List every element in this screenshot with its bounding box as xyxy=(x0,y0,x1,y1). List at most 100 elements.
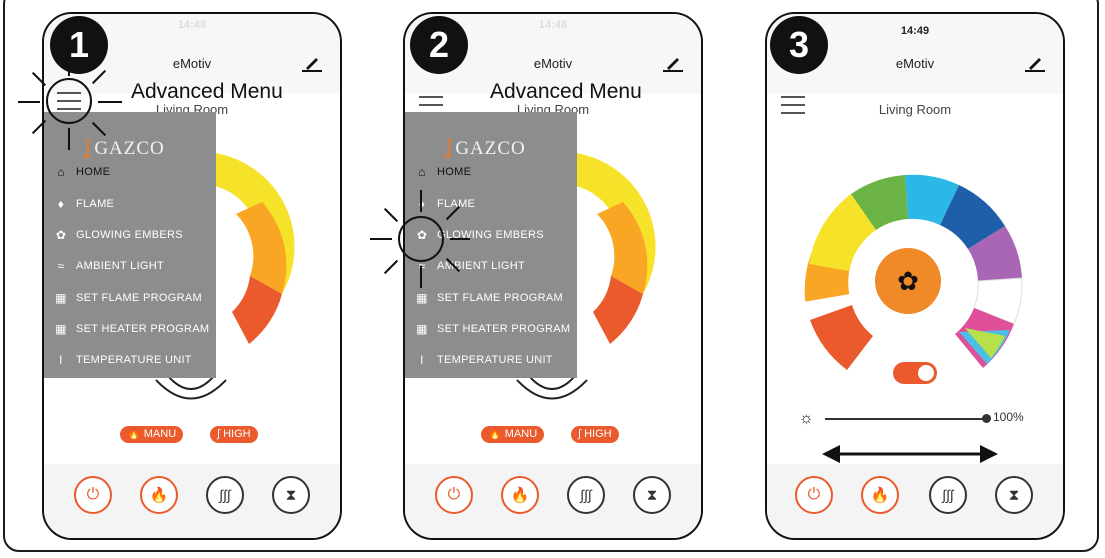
edit-icon[interactable] xyxy=(1025,52,1045,72)
gazco-logo: ʆ GAZCO xyxy=(84,134,165,159)
power-icon: ⏻ xyxy=(447,486,461,503)
logo-text: GAZCO xyxy=(94,138,165,159)
menu-item-set-flame-program[interactable]: ▦ SET FLAME PROGRAM xyxy=(54,288,202,308)
embers-icon: ✿ xyxy=(55,228,67,242)
menu-item-label: TEMPERATURE UNIT xyxy=(76,354,192,366)
embers-button[interactable]: ✿ xyxy=(875,248,941,314)
edit-icon[interactable] xyxy=(302,52,322,72)
mode-manu-badge[interactable]: 🔥 MANU xyxy=(120,426,184,443)
timer-button[interactable]: ⧗ xyxy=(633,476,671,514)
advanced-menu-label: Advanced Menu xyxy=(131,80,283,103)
flame-icon: 🔥 xyxy=(149,487,169,504)
flame-button[interactable]: 🔥 xyxy=(140,476,178,514)
mode-high-label: HIGH xyxy=(223,428,251,440)
heat-button[interactable]: ∫∫∫ xyxy=(206,476,244,514)
menu-item-temperature-unit[interactable]: ǀ TEMPERATURE UNIT xyxy=(415,350,553,370)
timer-icon: ⧗ xyxy=(646,486,658,504)
flame-button[interactable]: 🔥 xyxy=(861,476,899,514)
menu-item-set-flame-program[interactable]: ▦ SET FLAME PROGRAM xyxy=(415,288,563,308)
ray xyxy=(420,190,422,212)
side-menu: ʆGAZCO ⌂ HOME ♦ FLAME ✿ GLOWING EMBERS ≈ AMB… xyxy=(44,112,216,378)
power-icon: ⏻ xyxy=(807,486,821,503)
flame-button[interactable]: 🔥 xyxy=(501,476,539,514)
flame-icon: 🔥 xyxy=(510,487,530,504)
hamburger-menu-icon[interactable] xyxy=(57,92,81,110)
brightness-slider[interactable] xyxy=(825,414,991,423)
mode-high-label: HIGH xyxy=(584,428,612,440)
ray xyxy=(68,56,70,76)
menu-item-glowing-embers[interactable]: ✿ GLOWING EMBERS xyxy=(54,225,183,245)
menu-item-label: GLOWING EMBERS xyxy=(76,229,183,241)
heat-icon: ∫∫∫ xyxy=(580,487,592,503)
menu-item-label: HOME xyxy=(437,166,472,178)
highlight-circle xyxy=(398,216,444,262)
menu-item-label: AMBIENT LIGHT xyxy=(76,260,165,272)
thermometer-icon: ǀ xyxy=(420,353,424,367)
menu-item-ambient-light[interactable]: ≈ AMBIENT LIGHT xyxy=(54,256,164,276)
brightness-icon: ☼ xyxy=(799,410,814,427)
heat-icon: ∫∫∫ xyxy=(219,487,231,503)
ambient-toggle[interactable] xyxy=(893,362,937,384)
ray xyxy=(68,128,70,150)
power-button[interactable]: ⏻ xyxy=(74,476,112,514)
menu-item-label: SET FLAME PROGRAM xyxy=(437,292,563,304)
menu-item-home[interactable]: ⌂ HOME xyxy=(54,162,110,182)
ray xyxy=(370,238,392,240)
room-name: Living Room xyxy=(878,102,952,117)
menu-item-label: SET HEATER PROGRAM xyxy=(76,323,210,335)
flame-icon: ♦ xyxy=(418,197,426,211)
heat-arcs xyxy=(155,375,227,400)
ray xyxy=(420,266,422,288)
step-badge-2: 2 xyxy=(410,16,468,74)
calendar-icon: ▦ xyxy=(416,322,428,336)
menu-item-set-heater-program[interactable]: ▦ SET HEATER PROGRAM xyxy=(415,319,570,339)
home-icon: ⌂ xyxy=(418,165,426,179)
calendar-icon: ▦ xyxy=(55,322,67,336)
timer-button[interactable]: ⧗ xyxy=(995,476,1033,514)
mode-manu-badge[interactable]: 🔥 MANU xyxy=(481,426,545,443)
flame-icon: 🔥 xyxy=(870,487,890,504)
timer-icon: ⧗ xyxy=(1008,486,1020,504)
menu-item-home[interactable]: ⌂ HOME xyxy=(415,162,471,182)
slider-handle[interactable] xyxy=(982,414,991,423)
menu-item-label: TEMPERATURE UNIT xyxy=(437,354,553,366)
power-icon: ⏻ xyxy=(86,486,100,503)
ambient-light-icon: ≈ xyxy=(57,259,65,273)
step-badge-3: 3 xyxy=(770,16,828,74)
step-badge-1: 1 xyxy=(50,16,108,74)
mode-high-badge[interactable]: ∫ HIGH xyxy=(210,426,258,443)
mode-manu-label: MANU xyxy=(143,428,177,440)
embers-icon: ✿ xyxy=(897,265,919,296)
ray xyxy=(450,238,470,240)
mode-manu-label: MANU xyxy=(504,428,538,440)
power-button[interactable]: ⏻ xyxy=(795,476,833,514)
calendar-icon: ▦ xyxy=(416,291,428,305)
advanced-menu-label: Advanced Menu xyxy=(490,80,642,103)
double-arrow-icon xyxy=(822,445,998,463)
timer-icon: ⧗ xyxy=(285,486,297,504)
power-button[interactable]: ⏻ xyxy=(435,476,473,514)
heat-button[interactable]: ∫∫∫ xyxy=(929,476,967,514)
menu-item-label: FLAME xyxy=(76,198,115,210)
ray xyxy=(98,101,122,103)
menu-item-flame[interactable]: ♦ FLAME xyxy=(54,194,114,214)
flame-icon: ♦ xyxy=(57,197,65,211)
menu-item-label: SET FLAME PROGRAM xyxy=(76,292,202,304)
heat-button[interactable]: ∫∫∫ xyxy=(567,476,605,514)
menu-item-label: SET HEATER PROGRAM xyxy=(437,323,571,335)
edit-icon[interactable] xyxy=(663,52,683,72)
menu-item-temperature-unit[interactable]: ǀ TEMPERATURE UNIT xyxy=(54,350,192,370)
ray xyxy=(18,101,40,103)
menu-item-flame[interactable]: ♦ FLAME xyxy=(415,194,475,214)
home-icon: ⌂ xyxy=(57,165,65,179)
menu-item-set-heater-program[interactable]: ▦ SET HEATER PROGRAM xyxy=(54,319,209,339)
mode-high-badge[interactable]: ∫ HIGH xyxy=(571,426,619,443)
thermometer-icon: ǀ xyxy=(59,353,63,367)
gazco-logo: ʆ GAZCO xyxy=(445,134,526,159)
calendar-icon: ▦ xyxy=(55,291,67,305)
brightness-value: 100% xyxy=(993,410,1024,424)
logo-text: GAZCO xyxy=(455,138,526,159)
menu-item-label: HOME xyxy=(76,166,111,178)
heat-icon: ∫∫∫ xyxy=(942,487,954,503)
timer-button[interactable]: ⧗ xyxy=(272,476,310,514)
